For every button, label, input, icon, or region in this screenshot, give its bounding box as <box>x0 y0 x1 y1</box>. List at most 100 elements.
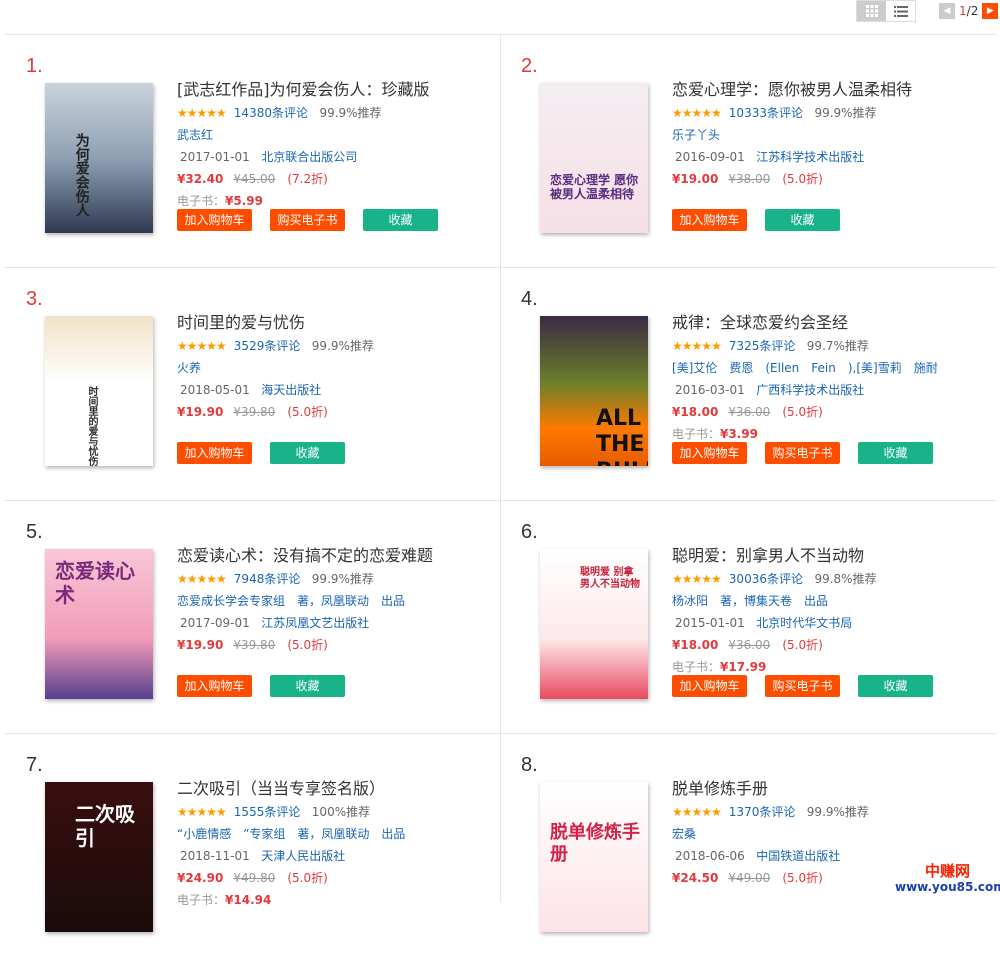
publisher-link[interactable]: 广西科学技术出版社 <box>756 383 864 397</box>
add-to-cart-button[interactable]: 加入购物车 <box>177 675 252 697</box>
review-count-link[interactable]: 30036条评论 <box>729 572 803 586</box>
recommend-rate: 99.9%推荐 <box>311 572 374 586</box>
book-title[interactable]: 恋爱心理学：愿你被男人温柔相待 <box>672 78 992 102</box>
author-line[interactable]: 杨冰阳 著，博集天卷 出品 <box>672 590 992 612</box>
original-price: ¥45.00 <box>233 172 276 186</box>
cover-title-text: 为何爱会伤人 <box>73 133 90 217</box>
favorite-button[interactable]: 收藏 <box>270 675 345 697</box>
add-to-cart-button[interactable]: 加入购物车 <box>672 675 747 697</box>
rank-number: 1. <box>26 55 43 77</box>
recommend-rate: 100%推荐 <box>311 805 371 819</box>
author-line[interactable]: 武志红 <box>177 124 497 146</box>
list-view-button[interactable] <box>886 1 915 21</box>
book-cover[interactable]: 二次吸引 <box>45 782 153 932</box>
grid-icon <box>865 5 878 17</box>
prev-page-button[interactable]: ◀ <box>939 3 955 19</box>
add-to-cart-button[interactable]: 加入购物车 <box>177 442 252 464</box>
rank-number: 2. <box>521 55 538 77</box>
rank-number: 5. <box>26 521 43 543</box>
rating-row: ★★★★★ 10333条评论 99.9%推荐 <box>672 102 992 124</box>
publisher-link[interactable]: 北京联合出版公司 <box>261 150 357 164</box>
list-icon <box>893 5 908 17</box>
publisher-link[interactable]: 海天出版社 <box>261 383 321 397</box>
review-count-link[interactable]: 1370条评论 <box>729 805 796 819</box>
rating-row: ★★★★★ 7948条评论 99.9%推荐 <box>177 568 497 590</box>
rating-row: ★★★★★ 3529条评论 99.9%推荐 <box>177 335 497 357</box>
add-to-cart-button[interactable]: 加入购物车 <box>672 209 747 231</box>
book-title[interactable]: 戒律：全球恋爱约会圣经 <box>672 311 992 335</box>
discount: (5.0折) <box>782 871 823 885</box>
watermark-text: 中赚网 <box>924 862 970 880</box>
author-line[interactable]: 火养 <box>177 357 497 379</box>
review-count-link[interactable]: 7948条评论 <box>234 572 301 586</box>
book-title[interactable]: [武志红作品]为何爱会伤人：珍藏版 <box>177 78 497 102</box>
review-count-link[interactable]: 10333条评论 <box>729 106 803 120</box>
book-cover[interactable]: 恋爱读心术 <box>45 549 153 699</box>
toolbar: ◀ 1/2 ▶ <box>0 0 1000 34</box>
book-title[interactable]: 聪明爱：别拿男人不当动物 <box>672 544 992 568</box>
book-cover[interactable]: 为何爱会伤人 <box>45 83 153 233</box>
discount: (5.0折) <box>287 405 328 419</box>
book-title[interactable]: 脱单修炼手册 <box>672 777 992 801</box>
buy-ebook-button[interactable]: 购买电子书 <box>270 209 345 231</box>
watermark-logo: 中赚网 www.you85.com <box>895 862 1000 902</box>
price-row: ¥19.90 ¥39.80 (5.0折) <box>177 401 497 423</box>
recommend-rate: 99.9%推荐 <box>319 106 382 120</box>
book-title[interactable]: 时间里的爱与忧伤 <box>177 311 497 335</box>
buy-ebook-button[interactable]: 购买电子书 <box>765 675 840 697</box>
author-line[interactable]: 乐子丫头 <box>672 124 992 146</box>
add-to-cart-button[interactable]: 加入购物车 <box>672 442 747 464</box>
publisher-link[interactable]: 天津人民出版社 <box>261 849 345 863</box>
review-count-link[interactable]: 3529条评论 <box>234 339 301 353</box>
book-cover[interactable]: 脱单修炼手册 <box>540 782 648 932</box>
rank-number: 3. <box>26 288 43 310</box>
rank-number: 6. <box>521 521 538 543</box>
publish-row: 2017-01-01 北京联合出版公司 <box>177 146 497 168</box>
publish-row: 2018-05-01 海天出版社 <box>177 379 497 401</box>
book-title[interactable]: 恋爱读心术：没有搞不定的恋爱难题 <box>177 544 497 568</box>
add-to-cart-button[interactable]: 加入购物车 <box>177 209 252 231</box>
cover-title-text: ALL THE RULES 戒律 <box>596 406 648 466</box>
star-rating-icon: ★★★★★ <box>672 106 722 120</box>
star-rating-icon: ★★★★★ <box>177 339 227 353</box>
favorite-button[interactable]: 收藏 <box>858 442 933 464</box>
buy-ebook-button[interactable]: 购买电子书 <box>765 442 840 464</box>
price: ¥19.00 <box>672 172 719 186</box>
book-cover[interactable]: 时间里的爱与忧伤 <box>45 316 153 466</box>
review-count-link[interactable]: 14380条评论 <box>234 106 308 120</box>
book-cover[interactable]: 聪明爱 别拿男人不当动物 <box>540 549 648 699</box>
favorite-button[interactable]: 收藏 <box>363 209 438 231</box>
publisher-link[interactable]: 中国铁道出版社 <box>756 849 840 863</box>
publish-row: 2017-09-01 江苏凤凰文艺出版社 <box>177 612 497 634</box>
review-count-link[interactable]: 7325条评论 <box>729 339 796 353</box>
cover-title-text: 二次吸引 <box>75 802 135 850</box>
publisher-link[interactable]: 北京时代华文书局 <box>756 616 852 630</box>
publisher-link[interactable]: 江苏凤凰文艺出版社 <box>261 616 369 630</box>
cover-title-text: 脱单修炼手册 <box>550 822 640 865</box>
favorite-button[interactable]: 收藏 <box>270 442 345 464</box>
next-page-button[interactable]: ▶ <box>982 3 999 19</box>
review-count-link[interactable]: 1555条评论 <box>234 805 301 819</box>
price-row: ¥19.90 ¥39.80 (5.0折) <box>177 634 497 656</box>
price: ¥24.50 <box>672 871 719 885</box>
rating-row: ★★★★★ 30036条评论 99.8%推荐 <box>672 568 992 590</box>
book-title[interactable]: 二次吸引（当当专享签名版） <box>177 777 497 801</box>
author-line[interactable]: 恋爱成长学会专家组 著，凤凰联动 出品 <box>177 590 497 612</box>
author-line[interactable]: “小鹿情感 ”专家组 著，凤凰联动 出品 <box>177 823 497 845</box>
publish-date: 2016-09-01 <box>675 150 745 164</box>
book-cover[interactable]: ALL THE RULES 戒律 <box>540 316 648 466</box>
favorite-button[interactable]: 收藏 <box>765 209 840 231</box>
original-price: ¥39.80 <box>233 405 276 419</box>
rank-number: 4. <box>521 288 538 310</box>
author-line[interactable]: [美]艾伦 费恩 (Ellen Fein ),[美]雪莉 施耐 <box>672 357 992 379</box>
publish-row: 2018-11-01 天津人民出版社 <box>177 845 497 867</box>
book-card-4: 4. ALL THE RULES 戒律 戒律：全球恋爱约会圣经 ★★★★★ 732… <box>500 268 995 500</box>
author-line[interactable]: 宏桑 <box>672 823 992 845</box>
publish-row: 2015-01-01 北京时代华文书局 <box>672 612 992 634</box>
favorite-button[interactable]: 收藏 <box>858 675 933 697</box>
grid-view-button[interactable] <box>857 1 886 21</box>
discount: (5.0折) <box>287 871 328 885</box>
publisher-link[interactable]: 江苏科学技术出版社 <box>756 150 864 164</box>
book-cover[interactable]: 恋爱心理学 愿你被男人温柔相待 <box>540 83 648 233</box>
price-row: ¥32.40 ¥45.00 (7.2折) <box>177 168 497 190</box>
